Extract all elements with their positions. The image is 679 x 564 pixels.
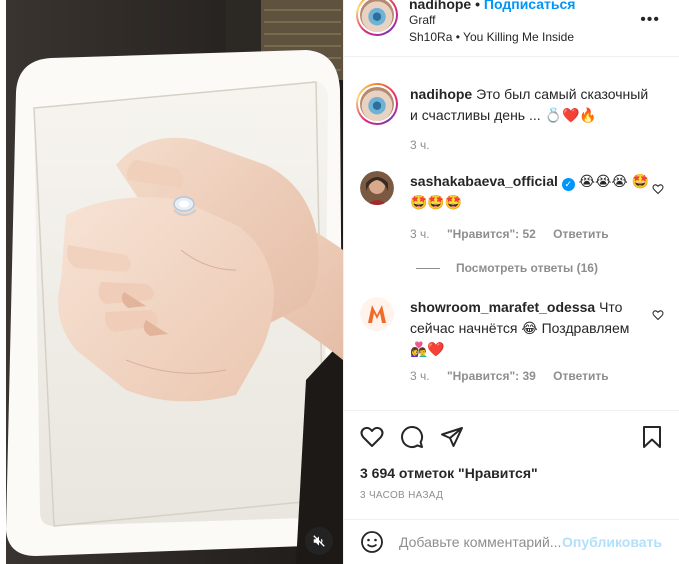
caption-time[interactable]: 3 ч. <box>410 138 430 152</box>
comment-meta: 3 ч. "Нравится": 52 Ответить <box>410 227 623 241</box>
mute-toggle-button[interactable] <box>305 527 333 555</box>
send-icon[interactable] <box>440 425 464 449</box>
publish-button[interactable]: Опубликовать <box>562 534 662 550</box>
caption-username[interactable]: nadihope <box>410 86 472 102</box>
comment-likes[interactable]: "Нравится": 39 <box>447 369 536 383</box>
post-media[interactable] <box>6 0 343 564</box>
post-timestamp[interactable]: 3 ЧАСОВ НАЗАД <box>360 490 443 501</box>
post-header: nadihope • Подписаться Graff Sh10Ra • Yo… <box>344 0 679 57</box>
verified-badge-icon: ✓ <box>561 178 575 191</box>
heart-icon[interactable] <box>360 425 384 449</box>
comment-body: sashakabaeva_official ✓ 😭😭😭 🤩🤩🤩🤩 <box>410 171 650 213</box>
author-line: nadihope • Подписаться <box>409 0 575 12</box>
likes-count[interactable]: 3 694 отметок "Нравится" <box>360 465 538 481</box>
smiley-icon[interactable] <box>360 530 384 554</box>
comments-list[interactable]: nadihope Это был самый сказочный и счаст… <box>344 57 679 410</box>
post-details-panel: nadihope • Подписаться Graff Sh10Ra • Yo… <box>343 0 679 564</box>
caption-meta: 3 ч. <box>410 138 444 152</box>
comment-body: showroom_marafet_odessa Что сейчас начнё… <box>410 297 650 360</box>
audio-link[interactable]: Sh10Ra • You Killing Me Inside <box>409 30 574 44</box>
comment-meta: 3 ч. "Нравится": 39 Ответить <box>410 369 623 383</box>
header-separator: • <box>475 0 481 12</box>
audio-track: You Killing Me Inside <box>463 30 575 44</box>
location-link[interactable]: Graff <box>409 13 435 27</box>
audio-separator: • <box>455 30 460 44</box>
caption-avatar[interactable] <box>356 83 398 125</box>
commenter-avatar[interactable] <box>360 297 394 331</box>
comment-username[interactable]: sashakabaeva_official <box>410 173 558 189</box>
more-options-icon[interactable]: ••• <box>640 12 660 28</box>
comment-like-heart-icon[interactable] <box>652 309 664 321</box>
view-replies-button[interactable]: Посмотреть ответы (16) <box>416 261 598 275</box>
audio-artist: Sh10Ra <box>409 30 453 44</box>
bookmark-icon[interactable] <box>640 425 664 449</box>
follow-button[interactable]: Подписаться <box>484 0 576 12</box>
comment-like-heart-icon[interactable] <box>652 183 664 195</box>
commenter-avatar[interactable] <box>360 171 394 205</box>
comment-composer: Опубликовать <box>344 519 679 564</box>
comment-time[interactable]: 3 ч. <box>410 227 430 241</box>
reply-button[interactable]: Ответить <box>553 227 608 241</box>
post-photo <box>6 0 343 564</box>
comment-likes[interactable]: "Нравится": 52 <box>447 227 536 241</box>
comment-username[interactable]: showroom_marafet_odessa <box>410 299 595 315</box>
reply-button[interactable]: Ответить <box>553 369 608 383</box>
comment-time[interactable]: 3 ч. <box>410 369 430 383</box>
author-username[interactable]: nadihope <box>409 0 471 12</box>
author-avatar[interactable] <box>356 0 398 36</box>
comment-icon[interactable] <box>400 425 424 449</box>
speaker-muted-icon <box>313 535 325 547</box>
caption-body: nadihope Это был самый сказочный и счаст… <box>410 84 650 126</box>
post-actions-bar <box>344 410 679 460</box>
